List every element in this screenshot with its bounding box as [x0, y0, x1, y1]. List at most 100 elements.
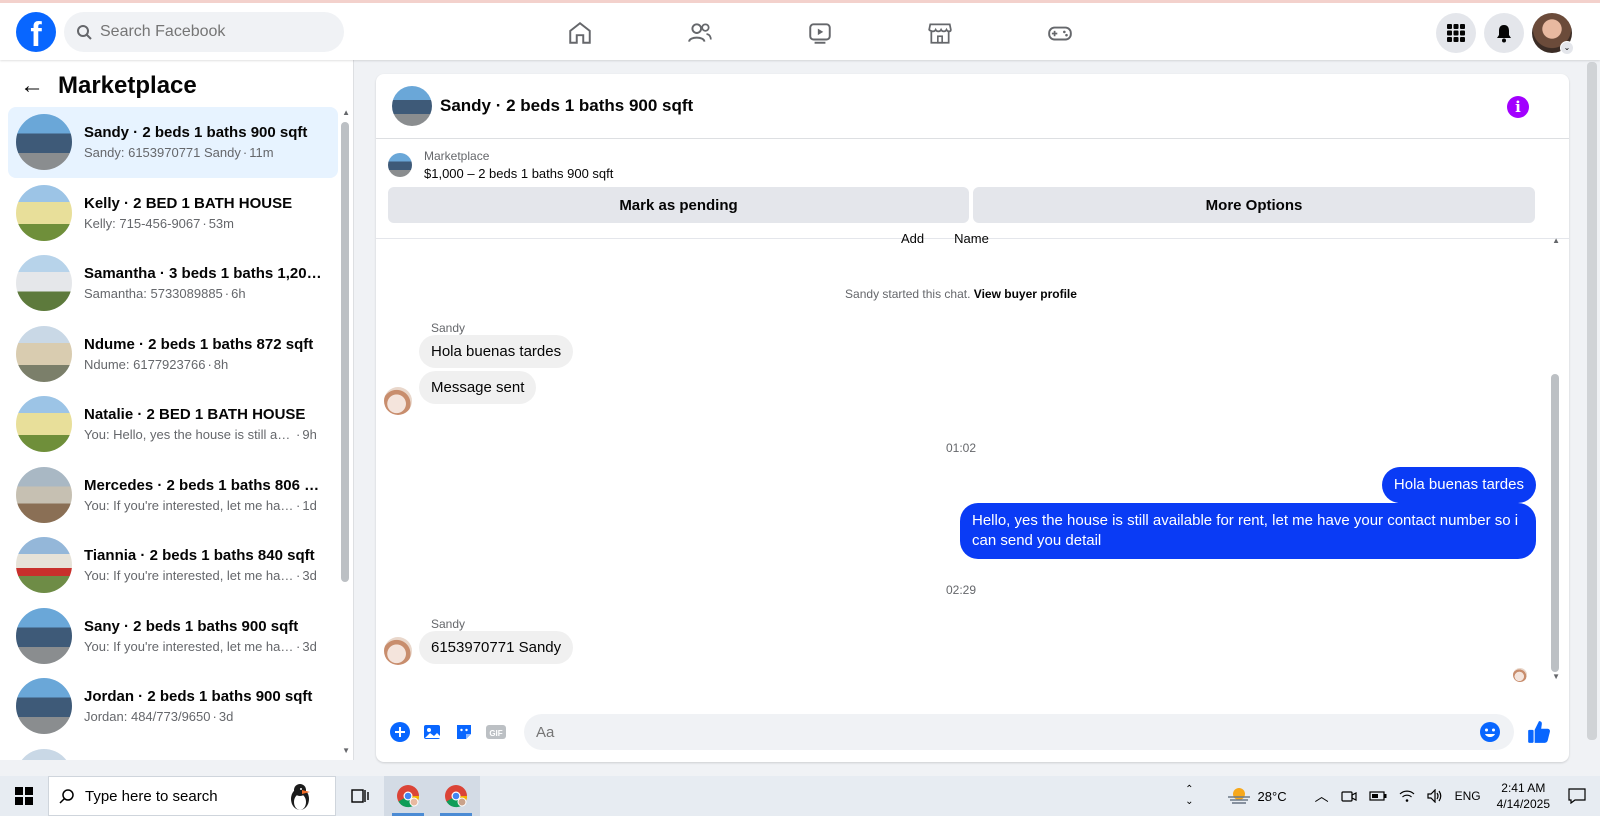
scroll-down-arrow[interactable]: ▼	[342, 746, 350, 755]
clock-time: 2:41 AM	[1501, 781, 1546, 795]
message-input-box[interactable]	[524, 714, 1514, 750]
chrome-icon	[445, 785, 468, 808]
speaker-icon[interactable]	[1426, 789, 1443, 803]
conversation-snippet: You: If you're interested, let me hav...	[84, 497, 294, 513]
nav-friends[interactable]	[640, 11, 760, 55]
gif-button[interactable]: GIF	[484, 720, 508, 744]
conversation-name: Natalie · 2 BED 1 BATH HOUSE	[84, 406, 306, 424]
facebook-logo[interactable]: f	[16, 12, 56, 52]
nav-video[interactable]	[760, 11, 880, 55]
conversation-item[interactable]: Sandy · 2 beds 1 baths 900 sqft Sandy: 61…	[8, 107, 338, 178]
conversation-item[interactable]: Kelly · 2 BED 1 BATH HOUSE Kelly: 715-456…	[8, 178, 338, 249]
conversation-item[interactable]: Sany · 2 beds 1 baths 900 sqft You: If yo…	[8, 601, 338, 672]
conversation-item[interactable]: Samantha · 3 beds 1 baths 1,200 ... Saman…	[8, 248, 338, 319]
conversation-thumbnail	[16, 466, 72, 523]
message-bubble-incoming[interactable]: 6153970771 Sandy	[419, 631, 574, 664]
nav-gaming[interactable]	[1000, 11, 1120, 55]
scroll-arrows-icon[interactable]: ⌃ ⌄	[1185, 784, 1193, 808]
chat-start-note: Sandy started this chat. View buyer prof…	[845, 287, 1077, 301]
message-bubble-outgoing[interactable]: Hola buenas tardes	[1381, 467, 1536, 503]
search-icon	[59, 789, 74, 804]
system-tray: ⌃ ⌄ 28°C ︿ ENG 2:41 AM 4/14/2025	[1179, 776, 1600, 816]
search-box[interactable]	[64, 12, 344, 52]
menu-grid-icon	[1447, 24, 1465, 42]
sidebar-scrollbar[interactable]	[341, 122, 349, 582]
profile-avatar[interactable]: ⌄	[1532, 13, 1574, 55]
start-button[interactable]	[0, 776, 48, 816]
taskbar-search-box[interactable]: Type here to search	[48, 776, 336, 816]
thumbs-up-icon[interactable]	[1526, 719, 1552, 745]
message-bubble-outgoing[interactable]: Hello, yes the house is still available …	[960, 503, 1536, 559]
menu-button[interactable]	[1436, 13, 1476, 53]
back-arrow-icon[interactable]: ←	[20, 72, 44, 100]
taskbar-chrome-1[interactable]	[384, 776, 432, 816]
gif-icon: GIF	[486, 725, 506, 739]
conversation-thumbnail	[16, 255, 72, 312]
chat-scrollbar[interactable]	[1551, 374, 1559, 672]
nav-marketplace[interactable]	[880, 11, 1000, 55]
conversation-item[interactable]: Mercedes · 2 beds 1 baths 806 s... You: I…	[8, 460, 338, 531]
chevron-down-icon: ⌄	[1560, 41, 1574, 55]
info-icon[interactable]: i	[1507, 96, 1529, 118]
conversation-thumbnail	[16, 607, 72, 664]
conversation-thumbnail	[16, 114, 72, 171]
sender-avatar[interactable]	[384, 637, 412, 665]
video-icon	[809, 23, 831, 44]
mark-as-pending-button[interactable]: Mark as pending	[388, 187, 969, 223]
message-input[interactable]	[536, 723, 1436, 741]
conversation-snippet: You: If you're interested, let me hav...	[84, 568, 294, 584]
timestamp: 02:29	[945, 583, 977, 597]
listing-small-thumbnail[interactable]	[388, 153, 412, 177]
clock-date: 4/14/2025	[1496, 797, 1550, 811]
message-thread: Add Name Sandy started this chat. View bu…	[376, 231, 1546, 691]
scroll-up-arrow[interactable]: ▲	[342, 108, 350, 117]
nav-home[interactable]	[520, 11, 640, 55]
message-bubble-incoming[interactable]: Hola buenas tardes	[419, 335, 574, 368]
taskbar-chrome-2[interactable]	[432, 776, 480, 816]
more-options-button[interactable]: More Options	[973, 187, 1535, 223]
windows-logo-icon	[15, 787, 33, 805]
sticker-button[interactable]	[452, 720, 476, 744]
chat-scroll-down-arrow[interactable]: ▼	[1552, 672, 1560, 681]
language-indicator[interactable]: ENG	[1455, 789, 1481, 803]
conversation-name: Sany · 2 beds 1 baths 900 sqft	[84, 617, 299, 635]
attach-photo-button[interactable]	[420, 720, 444, 744]
taskbar-clock[interactable]: 2:41 AM 4/14/2025	[1497, 780, 1550, 812]
notifications-button[interactable]	[1484, 13, 1524, 53]
listing-thumbnail[interactable]	[392, 86, 432, 126]
conversation-item[interactable]: Ndume · 2 beds 1 baths 872 sqft Ndume: 61…	[8, 319, 338, 390]
chat-scroll-up-arrow[interactable]: ▲	[1552, 236, 1560, 245]
home-icon	[569, 22, 591, 44]
conversation-name: Jordan · 2 beds 1 baths 900 sqft	[84, 688, 313, 706]
show-hidden-icons-chevron-icon[interactable]: ︿	[1315, 786, 1329, 806]
wifi-icon[interactable]	[1399, 789, 1415, 803]
conversation-item[interactable]: Tiannia · 2 beds 1 baths 840 sqft You: If…	[8, 530, 338, 601]
weather-temperature: 28°C	[1257, 788, 1287, 804]
conversation-item[interactable]: Daniela · 2 beds 1 baths 840 sqft	[8, 742, 338, 760]
windows-taskbar: Type here to search ⌃ ⌄ 28°C ︿ ENG 2:41 A…	[0, 776, 1600, 816]
emoji-icon[interactable]	[1478, 720, 1502, 744]
conversation-item[interactable]: Jordan · 2 beds 1 baths 900 sqft Jordan: …	[8, 671, 338, 742]
weather-widget[interactable]: 28°C	[1226, 786, 1287, 806]
conversation-item[interactable]: Natalie · 2 BED 1 BATH HOUSE You: Hello, …	[8, 389, 338, 460]
conversation-time: 3d	[302, 568, 317, 584]
message-bubble-incoming[interactable]: Message sent	[419, 371, 537, 404]
battery-icon[interactable]	[1368, 790, 1387, 802]
conversation-time: 3d	[302, 638, 317, 654]
page-scrollbar[interactable]	[1584, 60, 1600, 760]
conversation-snippet: Samantha: 5733089885	[84, 286, 223, 302]
conversation-time: 3d	[218, 709, 234, 725]
task-view-button[interactable]	[336, 776, 384, 816]
svg-text:GIF: GIF	[489, 729, 502, 738]
add-actions-button[interactable]	[388, 720, 412, 744]
marketplace-sidebar: ← Marketplace Sandy · 2 beds 1 baths 900…	[0, 60, 354, 760]
view-buyer-profile-link[interactable]: View buyer profile	[974, 287, 1077, 301]
notification-center-icon[interactable]	[1568, 788, 1586, 804]
sender-avatar[interactable]	[384, 387, 412, 415]
camera-icon[interactable]	[1340, 789, 1357, 803]
notifications-bell-icon	[1497, 25, 1511, 43]
chat-title[interactable]: Sandy · 2 beds 1 baths 900 sqft	[440, 96, 693, 116]
top-navigation-bar: f ⌄	[0, 0, 1600, 60]
listing-price[interactable]: $1,000 – 2 beds 1 baths 900 sqft	[424, 166, 613, 181]
search-input[interactable]	[100, 23, 320, 41]
